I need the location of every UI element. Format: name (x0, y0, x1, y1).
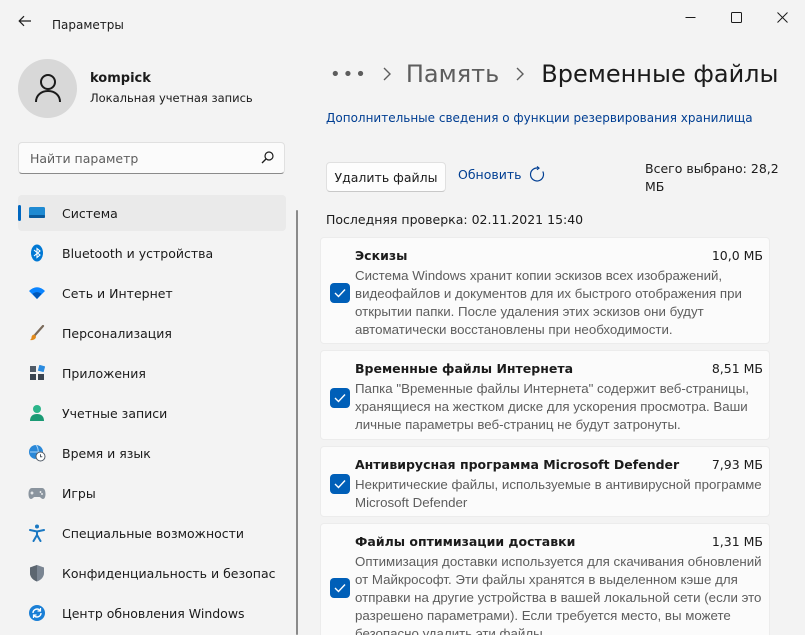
user-profile[interactable]: kompick Локальная учетная запись (18, 58, 253, 118)
delete-files-button[interactable]: Удалить файлы (326, 162, 446, 192)
sidebar-item-privacy[interactable]: Конфиденциальность и безопас (18, 555, 286, 591)
item-description: Система Windows хранит копии эскизов все… (355, 268, 742, 337)
item-checkbox[interactable] (330, 578, 350, 598)
maximize-icon (730, 11, 742, 23)
sidebar-item-label: Сеть и Интернет (62, 285, 173, 301)
check-icon (334, 289, 346, 298)
page-title: Временные файлы (541, 60, 779, 88)
user-name: kompick (90, 71, 151, 86)
item-checkbox[interactable] (330, 283, 350, 303)
sidebar-item-system[interactable]: Система (18, 195, 286, 231)
sidebar-item-windows-update[interactable]: Центр обновления Windows (18, 595, 286, 631)
total-selected-size: Всего выбрано: 28,2 МБ (645, 161, 779, 194)
minimize-icon (685, 16, 695, 18)
account-type: Локальная учетная запись (90, 91, 253, 105)
item-size: 10,0 МБ (711, 248, 763, 263)
minimize-button[interactable] (667, 0, 713, 34)
item-size: 8,51 МБ (711, 361, 763, 376)
title-bar: Параметры (0, 0, 805, 40)
person-icon (34, 74, 61, 103)
app-title: Параметры (52, 18, 124, 32)
item-size: 7,93 МБ (711, 457, 763, 472)
sidebar-item-label: Центр обновления Windows (62, 605, 245, 621)
apps-icon (28, 364, 46, 382)
system-icon (28, 204, 46, 222)
search-box[interactable] (18, 142, 285, 174)
arrow-left-icon (18, 15, 31, 27)
item-description: Папка "Временные файлы Интернета" содерж… (355, 381, 749, 432)
storage-sense-link[interactable]: Дополнительные сведения о функции резерв… (326, 111, 753, 125)
sidebar-item-gaming[interactable]: Игры (18, 475, 286, 511)
sidebar-item-label: Приложения (62, 365, 146, 381)
sidebar-item-apps[interactable]: Приложения (18, 355, 286, 391)
item-title: Антивирусная программа Microsoft Defende… (355, 457, 680, 472)
list-item[interactable]: Антивирусная программа Microsoft Defende… (320, 446, 770, 517)
breadcrumb-overflow-button[interactable]: ••• (330, 64, 368, 85)
avatar (18, 58, 77, 118)
sidebar-item-label: Персонализация (62, 325, 172, 341)
sidebar-scrollbar[interactable] (296, 210, 298, 635)
sidebar-item-label: Время и язык (62, 445, 151, 461)
close-button[interactable] (759, 0, 805, 34)
check-icon (334, 394, 346, 403)
sidebar-item-label: Специальные возможности (62, 525, 245, 541)
sidebar-item-accessibility[interactable]: Специальные возможности (18, 515, 286, 551)
sidebar-item-label: Конфиденциальность и безопас (62, 565, 276, 581)
item-title: Временные файлы Интернета (355, 361, 574, 376)
list-item[interactable]: Файлы оптимизации доставки 1,31 МБ Оптим… (320, 523, 770, 635)
search-icon[interactable] (261, 151, 274, 164)
chevron-right-icon (516, 67, 525, 81)
last-check-time: Последняя проверка: 02.11.2021 15:40 (326, 212, 584, 227)
bluetooth-icon (28, 244, 46, 262)
check-icon (334, 480, 346, 489)
item-title: Файлы оптимизации доставки (355, 534, 576, 549)
breadcrumb: ••• Память Временные файлы (330, 60, 778, 88)
accessibility-icon (28, 524, 46, 542)
list-item[interactable]: Эскизы 10,0 МБ Система Windows хранит ко… (320, 237, 770, 344)
chevron-right-icon (383, 67, 391, 81)
globe-clock-icon (28, 444, 46, 462)
refresh-button[interactable]: Обновить (458, 166, 546, 183)
item-size: 1,31 МБ (711, 534, 763, 549)
sidebar-nav: Система Bluetooth и устройства Сеть и Ин… (18, 195, 286, 635)
sidebar-item-label: Система (62, 205, 118, 221)
close-icon (776, 11, 788, 23)
shield-icon (28, 564, 46, 582)
refresh-label: Обновить (458, 167, 522, 182)
item-title: Эскизы (355, 248, 408, 263)
sidebar-item-label: Игры (62, 485, 96, 501)
brush-icon (28, 324, 46, 342)
temp-files-list: Эскизы 10,0 МБ Система Windows хранит ко… (320, 237, 770, 635)
sidebar-item-bluetooth[interactable]: Bluetooth и устройства (18, 235, 286, 271)
check-icon (334, 584, 346, 593)
item-description: Оптимизация доставки используется для ск… (355, 554, 762, 635)
sidebar-item-label: Bluetooth и устройства (62, 245, 214, 261)
sidebar-item-personalization[interactable]: Персонализация (18, 315, 286, 351)
sidebar-item-time-language[interactable]: Время и язык (18, 435, 286, 471)
sidebar-item-label: Учетные записи (62, 405, 168, 421)
breadcrumb-parent-link[interactable]: Память (406, 60, 499, 88)
update-icon (28, 604, 46, 622)
item-checkbox[interactable] (330, 474, 350, 494)
wifi-icon (28, 284, 46, 302)
maximize-button[interactable] (713, 0, 759, 34)
search-input[interactable] (19, 143, 249, 173)
sidebar-item-accounts[interactable]: Учетные записи (18, 395, 286, 431)
gamepad-icon (28, 484, 46, 502)
sidebar-item-network[interactable]: Сеть и Интернет (18, 275, 286, 311)
back-button[interactable] (14, 10, 36, 32)
refresh-icon (529, 166, 544, 182)
item-checkbox[interactable] (330, 388, 350, 408)
list-item[interactable]: Временные файлы Интернета 8,51 МБ Папка … (320, 350, 770, 440)
person-icon (28, 404, 46, 422)
item-description: Некритические файлы, используемые в анти… (355, 477, 762, 510)
